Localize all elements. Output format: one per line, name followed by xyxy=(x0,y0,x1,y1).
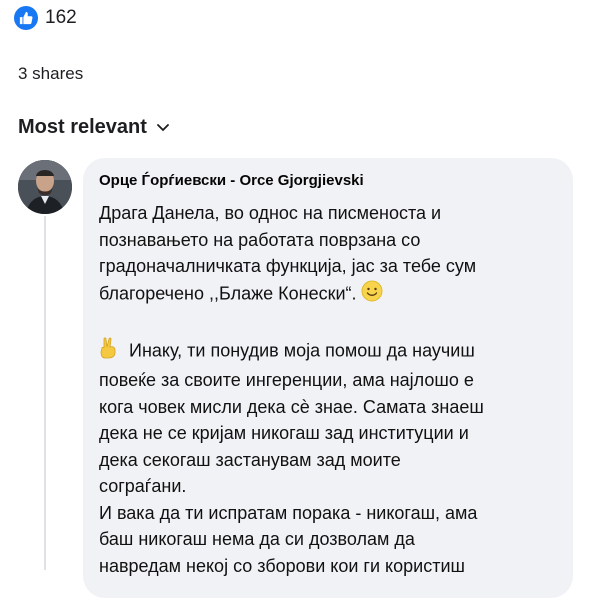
comment-line: Драга Данела, во однос на писменоста и xyxy=(99,203,442,223)
chevron-down-icon xyxy=(157,123,169,132)
reaction-count: 162 xyxy=(45,7,77,28)
comment-line: градоначалничката функција, јас за тебе … xyxy=(99,256,477,276)
reactions-summary[interactable]: 162 xyxy=(14,6,77,30)
comment-line: баш никогаш нема да си дозволам да xyxy=(99,529,415,549)
thread-line xyxy=(44,216,46,570)
comment-line: кога човек мисли дека сѐ знае. Самата зн… xyxy=(99,396,484,417)
comment-line: дека не се кријам никогаш зад институции… xyxy=(99,423,469,443)
shares-count[interactable]: 3 shares xyxy=(18,64,83,84)
comment-text: Драга Данела, во однос на писменоста и п… xyxy=(99,200,569,579)
like-icon xyxy=(14,6,38,30)
victory-hand-emoji-icon xyxy=(99,336,119,368)
comment-sort-dropdown[interactable]: Most relevant xyxy=(18,116,169,139)
comment-line: дека секогаш застанувам зад моите xyxy=(99,449,401,470)
comment-line: навредам некој со зборови кои ги користи… xyxy=(99,555,465,576)
comment-line: благоречено ,,Блаже Конески“. xyxy=(99,280,569,310)
smiley-emoji-icon xyxy=(361,280,383,310)
avatar[interactable] xyxy=(18,160,72,214)
comment-line: И вака да ти испратам порака - никогаш, … xyxy=(99,502,478,523)
comment-line: повеќе за своите ингеренции, ама најлошо… xyxy=(99,370,474,390)
comment-author[interactable]: Орце Ѓорѓиевски - Orce Gjorgjievski xyxy=(99,172,364,189)
comment-line: Инаку, ти понудив моја помош да научиш xyxy=(99,336,569,368)
comment-line: познавањето на работата поврзана со xyxy=(99,229,421,250)
sort-label: Most relevant xyxy=(18,116,147,138)
comment-line: сограѓани. xyxy=(99,476,187,496)
